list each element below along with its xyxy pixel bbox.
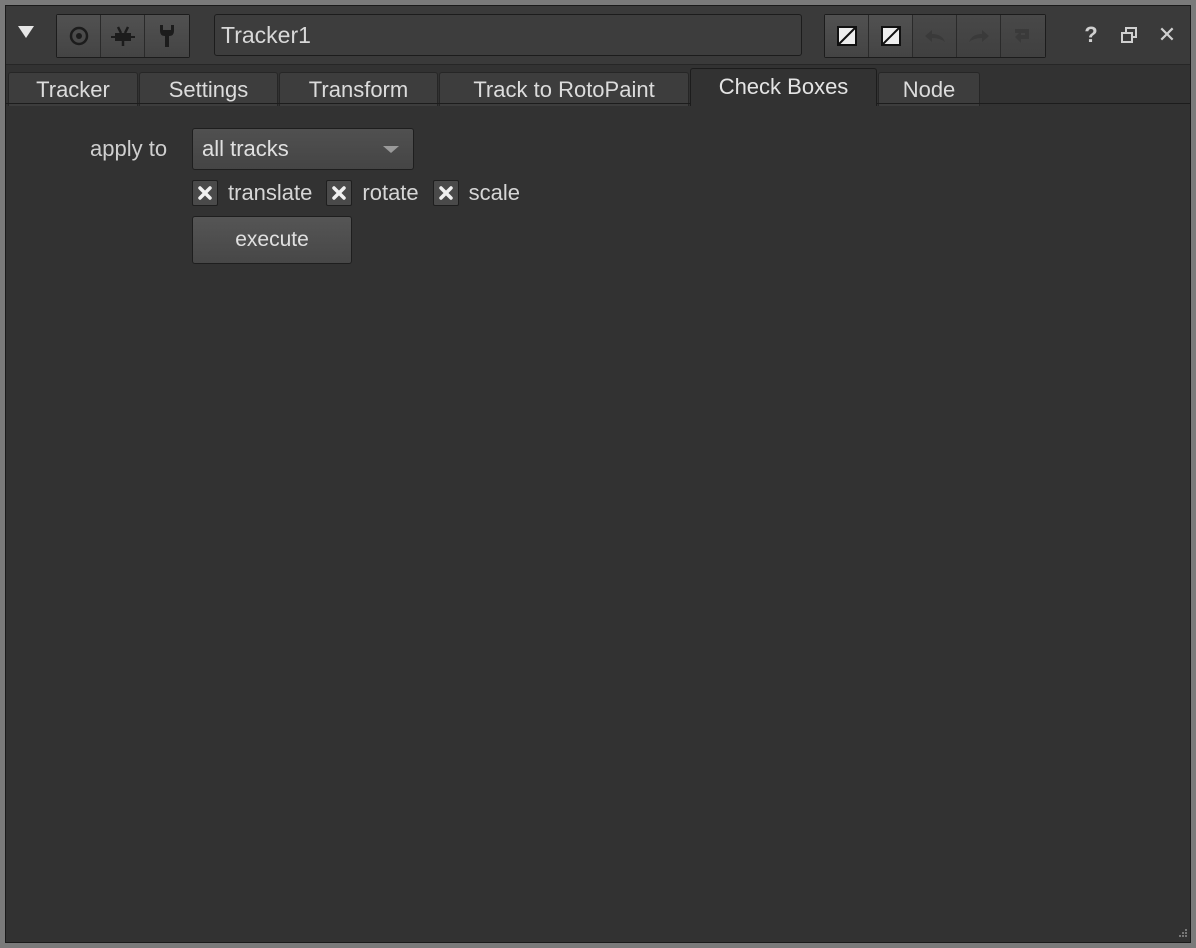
translate-checkbox[interactable] <box>192 180 218 206</box>
rotate-label[interactable]: rotate <box>362 180 418 206</box>
properties-panel: Tracker1 ? ✕ Tracker Settings Transform … <box>5 5 1191 943</box>
tab-divider <box>6 103 1190 104</box>
node-center-icon <box>110 26 135 46</box>
checkbox-row: translate rotate scale <box>192 178 534 208</box>
settings-button[interactable] <box>145 15 189 57</box>
tab-node[interactable]: Node <box>878 72 980 106</box>
mask-output-button[interactable] <box>869 15 913 57</box>
node-center-button[interactable] <box>101 15 145 57</box>
mask-input-icon <box>836 26 857 46</box>
viewer-button[interactable] <box>57 15 101 57</box>
undo-icon <box>924 30 945 42</box>
redo-icon <box>968 30 989 42</box>
edit-toolbar <box>824 14 1046 58</box>
dropdown-arrow-icon <box>383 146 399 153</box>
checkmark-x-icon <box>438 186 453 200</box>
apply-to-dropdown[interactable]: all tracks <box>192 128 414 170</box>
checkmark-x-icon <box>198 186 212 200</box>
close-icon[interactable]: ✕ <box>1148 20 1186 50</box>
help-icon[interactable]: ? <box>1072 20 1110 50</box>
tab-check-boxes[interactable]: Check Boxes <box>690 68 877 106</box>
resize-grip-icon[interactable] <box>1174 926 1188 940</box>
wrench-icon <box>160 25 174 47</box>
tab-settings[interactable]: Settings <box>139 72 278 106</box>
tab-tracker[interactable]: Tracker <box>8 72 138 106</box>
tab-bar: Tracker Settings Transform Track to Roto… <box>6 68 1190 106</box>
checkmark-x-icon <box>332 186 347 200</box>
tab-transform[interactable]: Transform <box>279 72 438 106</box>
execute-button[interactable]: execute <box>192 216 352 264</box>
revert-icon <box>1015 29 1029 43</box>
collapse-triangle-icon[interactable] <box>14 20 38 44</box>
node-toolbar <box>56 14 190 58</box>
revert-button[interactable] <box>1001 15 1045 57</box>
scale-label[interactable]: scale <box>469 180 520 206</box>
scale-checkbox[interactable] <box>432 180 459 206</box>
float-icon[interactable] <box>1110 20 1148 50</box>
tab-content: apply to all tracks translate rotate sca… <box>6 104 1190 942</box>
window-controls: ? ✕ <box>1072 20 1186 50</box>
redo-button[interactable] <box>957 15 1001 57</box>
undo-button[interactable] <box>913 15 957 57</box>
node-name-field[interactable]: Tracker1 <box>214 14 802 56</box>
apply-to-value: all tracks <box>202 136 289 161</box>
translate-label[interactable]: translate <box>228 180 312 206</box>
panel-header: Tracker1 ? ✕ <box>6 6 1190 65</box>
rotate-checkbox[interactable] <box>326 180 353 206</box>
apply-to-label: apply to <box>90 136 168 161</box>
mask-input-button[interactable] <box>825 15 869 57</box>
mask-output-icon <box>880 26 901 46</box>
viewer-icon <box>69 26 88 46</box>
tab-track-to-rotopaint[interactable]: Track to RotoPaint <box>439 72 689 106</box>
